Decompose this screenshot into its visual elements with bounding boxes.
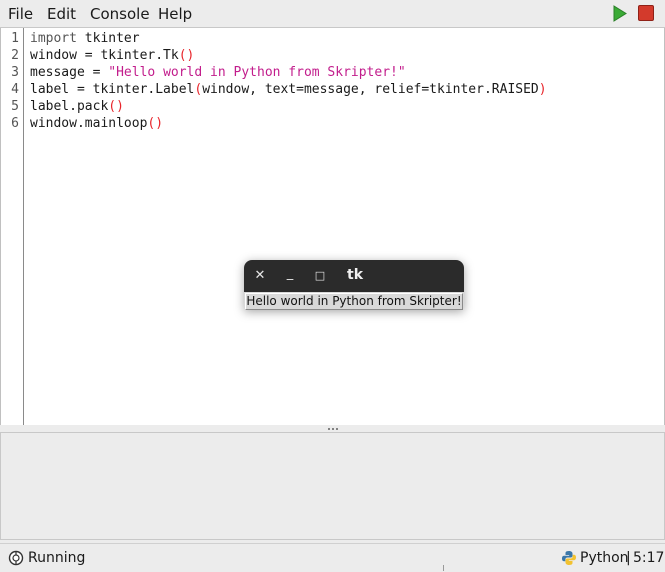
status-separator: | [626, 550, 631, 566]
paren-token: ( [178, 48, 187, 63]
tk-window-title: tk [347, 267, 364, 283]
code-token: window = tkinter.Tk [30, 48, 179, 63]
code-token: label = tkinter.Label [30, 82, 195, 97]
paren-token: ( [108, 99, 117, 114]
cursor-position: 5:17 [633, 550, 665, 566]
splitter-grip-icon[interactable] [327, 428, 339, 430]
menu-edit[interactable]: Edit [47, 5, 76, 23]
code-line: import tkinter [30, 30, 140, 47]
running-icon [8, 550, 24, 566]
panel-splitter[interactable] [0, 425, 665, 432]
stop-icon[interactable] [638, 5, 654, 21]
menu-help[interactable]: Help [158, 5, 192, 23]
language-label[interactable]: Python [580, 550, 629, 566]
paren-token: ) [538, 82, 547, 97]
code-token: message = [30, 65, 109, 80]
code-line: window = tkinter.Tk() [30, 47, 194, 64]
paren-token: ) [116, 99, 124, 114]
code-token: label.pack [30, 99, 109, 114]
code-token: tkinter [76, 31, 140, 46]
line-number: 3 [11, 65, 19, 80]
menu-file[interactable]: File [8, 5, 33, 23]
line-number: 4 [11, 82, 19, 97]
menu-console[interactable]: Console [90, 5, 150, 23]
python-icon [562, 551, 576, 565]
tk-titlebar[interactable]: ✕ _ □ tk [244, 260, 464, 292]
code-line: label.pack() [30, 98, 124, 115]
string-token: "Hello world in Python from Skripter!" [108, 65, 406, 80]
line-number: 2 [11, 48, 19, 63]
paren-token: ) [155, 116, 164, 131]
code-line: label = tkinter.Label(window, text=messa… [30, 81, 547, 98]
tk-window-body: Hello world in Python from Skripter! [244, 292, 464, 310]
tk-window[interactable]: ✕ _ □ tk Hello world in Python from Skri… [244, 260, 464, 310]
line-number: 1 [11, 31, 19, 46]
status-bar: Running Python | 5:17 [0, 543, 665, 572]
keyword-token: import [30, 31, 77, 46]
hello-label: Hello world in Python from Skripter! [245, 293, 463, 310]
code-token: window, text=message, relief=tkinter.RAI… [202, 82, 539, 97]
code-line: message = "Hello world in Python from Sk… [30, 64, 406, 81]
maximize-icon[interactable]: □ [311, 267, 329, 285]
minimize-icon[interactable]: _ [281, 265, 299, 283]
menubar: File Edit Console Help [0, 0, 665, 28]
play-icon[interactable] [611, 5, 628, 22]
line-number: 5 [11, 99, 19, 114]
line-number: 6 [11, 116, 19, 131]
line-number-gutter: 1 2 3 4 5 6 [1, 28, 24, 425]
console-panel[interactable] [0, 432, 665, 540]
close-icon[interactable]: ✕ [251, 267, 269, 285]
paren-token: ) [186, 48, 195, 63]
status-divider [443, 565, 444, 571]
code-line: window.mainloop() [30, 115, 163, 132]
code-token: window.mainloop [30, 116, 148, 131]
code-editor[interactable]: 1 2 3 4 5 6 import tkinter window = tkin… [0, 28, 665, 426]
run-status: Running [28, 550, 86, 566]
